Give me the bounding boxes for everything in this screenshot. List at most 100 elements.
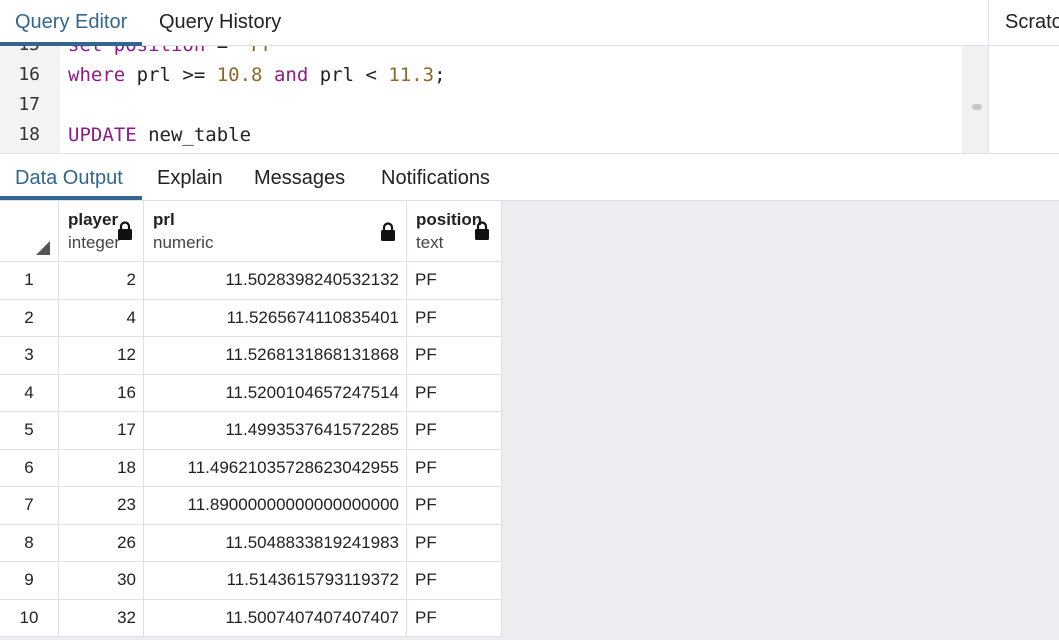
cell-player[interactable]: 30 <box>59 562 144 600</box>
code-line[interactable]: 15 set position = 'PF' <box>0 46 962 60</box>
cell-player[interactable]: 12 <box>59 337 144 375</box>
cell-player[interactable]: 17 <box>59 412 144 450</box>
sql-token: = <box>205 46 239 56</box>
table-row[interactable]: 8 26 11.5048833819241983 PF <box>0 524 502 562</box>
code-text: set position = 'PF' <box>68 46 285 60</box>
cell-position[interactable]: PF <box>407 562 502 600</box>
code-text: UPDATE new_table <box>68 120 251 150</box>
sql-literal: 10.8 <box>216 64 263 86</box>
cell-player[interactable]: 23 <box>59 487 144 525</box>
line-number: 17 <box>18 94 40 115</box>
cell-player[interactable]: 26 <box>59 524 144 562</box>
cell-player[interactable]: 16 <box>59 374 144 412</box>
table-row[interactable]: 4 16 11.5200104657247514 PF <box>0 374 502 412</box>
cell-prl[interactable]: 11.4993537641572285 <box>144 412 407 450</box>
cell-player[interactable]: 32 <box>59 599 144 637</box>
table-row[interactable]: 1 2 11.5028398240532132 PF <box>0 262 502 300</box>
row-number[interactable]: 7 <box>0 487 59 525</box>
sql-keyword: where <box>68 64 126 86</box>
code-text: where prl >= 10.8 and prl < 11.3; <box>68 60 446 90</box>
column-type: text <box>416 233 444 252</box>
tab-query-history[interactable]: Query History <box>144 0 296 45</box>
code-line[interactable]: 18 UPDATE new_table <box>0 120 962 150</box>
sql-literal: 11.3 <box>388 64 435 86</box>
row-number[interactable]: 8 <box>0 524 59 562</box>
row-number[interactable]: 6 <box>0 449 59 487</box>
scratch-pane-divider <box>988 46 989 153</box>
cell-position[interactable]: PF <box>407 412 502 450</box>
line-number: 18 <box>18 124 40 145</box>
lock-icon <box>118 221 132 240</box>
lock-icon <box>381 222 395 241</box>
table-row[interactable]: 2 4 11.5265674110835401 PF <box>0 299 502 337</box>
cell-player[interactable]: 4 <box>59 299 144 337</box>
table-row[interactable]: 3 12 11.5268131868131868 PF <box>0 337 502 375</box>
code-line[interactable]: 16 where prl >= 10.8 and prl < 11.3; <box>0 60 962 90</box>
sql-keyword: set position <box>68 46 205 56</box>
table-row[interactable]: 5 17 11.4993537641572285 PF <box>0 412 502 450</box>
lock-icon <box>475 221 489 240</box>
active-tab-indicator <box>0 196 142 200</box>
line-number: 16 <box>18 64 40 85</box>
table-row[interactable]: 7 23 11.89000000000000000000 PF <box>0 487 502 525</box>
row-number[interactable]: 5 <box>0 412 59 450</box>
sql-token: new_table <box>136 124 252 146</box>
code-line[interactable]: 17 <box>0 90 962 120</box>
cell-prl[interactable]: 11.89000000000000000000 <box>144 487 407 525</box>
column-name: player <box>68 210 119 229</box>
select-all-icon <box>36 241 50 255</box>
table-row[interactable]: 6 18 11.49621035728623042955 PF <box>0 449 502 487</box>
cell-player[interactable]: 2 <box>59 262 144 300</box>
cell-position[interactable]: PF <box>407 262 502 300</box>
row-number[interactable]: 10 <box>0 599 59 637</box>
select-all-corner[interactable] <box>0 201 59 262</box>
row-number[interactable]: 1 <box>0 262 59 300</box>
cell-position[interactable]: PF <box>407 599 502 637</box>
cell-position[interactable]: PF <box>407 524 502 562</box>
column-name: position <box>416 210 483 229</box>
cell-prl[interactable]: 11.5200104657247514 <box>144 374 407 412</box>
tab-query-editor[interactable]: Query Editor <box>0 0 143 46</box>
column-header-player[interactable]: player integer <box>59 201 144 262</box>
row-number[interactable]: 4 <box>0 374 59 412</box>
cell-position[interactable]: PF <box>407 299 502 337</box>
cell-prl[interactable]: 11.5007407407407407 <box>144 599 407 637</box>
table-row[interactable]: 10 32 11.5007407407407407 PF <box>0 599 502 637</box>
sql-literal: 'PF' <box>240 46 286 56</box>
editor-scrollbar-thumb[interactable] <box>972 104 982 110</box>
result-tab-strip: Data Output Explain Messages Notificatio… <box>0 155 1059 201</box>
cell-position[interactable]: PF <box>407 487 502 525</box>
cell-position[interactable]: PF <box>407 449 502 487</box>
cell-prl[interactable]: 11.5265674110835401 <box>144 299 407 337</box>
cell-position[interactable]: PF <box>407 337 502 375</box>
cell-prl[interactable]: 11.49621035728623042955 <box>144 449 407 487</box>
sql-token: prl < <box>308 64 389 86</box>
cell-prl[interactable]: 11.5048833819241983 <box>144 524 407 562</box>
table-row[interactable]: 9 30 11.5143615793119372 PF <box>0 562 502 600</box>
tab-messages[interactable]: Messages <box>254 155 345 200</box>
tab-data-output[interactable]: Data Output <box>15 155 123 200</box>
column-type: numeric <box>153 233 214 252</box>
cell-prl[interactable]: 11.5028398240532132 <box>144 262 407 300</box>
column-name: prl <box>153 210 175 229</box>
cell-position[interactable]: PF <box>407 374 502 412</box>
cell-prl[interactable]: 11.5143615793119372 <box>144 562 407 600</box>
sql-editor[interactable]: 15 set position = 'PF' 16 where prl >= 10.8… <box>0 46 1059 154</box>
row-number[interactable]: 9 <box>0 562 59 600</box>
editor-scrollbar[interactable] <box>962 46 988 153</box>
tab-explain[interactable]: Explain <box>157 155 223 200</box>
cell-prl[interactable]: 11.5268131868131868 <box>144 337 407 375</box>
sql-keyword: and <box>273 64 309 86</box>
column-header-prl[interactable]: prl numeric <box>144 201 407 262</box>
tab-notifications[interactable]: Notifications <box>381 155 490 200</box>
cell-player[interactable]: 18 <box>59 449 144 487</box>
editor-tab-strip: Query Editor Query History Scratch <box>0 0 1059 46</box>
column-header-position[interactable]: position text <box>407 201 502 262</box>
sql-keyword: UPDATE <box>68 124 137 146</box>
row-number[interactable]: 3 <box>0 337 59 375</box>
row-number[interactable]: 2 <box>0 299 59 337</box>
scratch-divider <box>988 0 989 46</box>
column-type: integer <box>68 233 120 252</box>
tab-scratch-pad[interactable]: Scratch <box>991 0 1059 45</box>
line-number: 15 <box>0 46 40 60</box>
